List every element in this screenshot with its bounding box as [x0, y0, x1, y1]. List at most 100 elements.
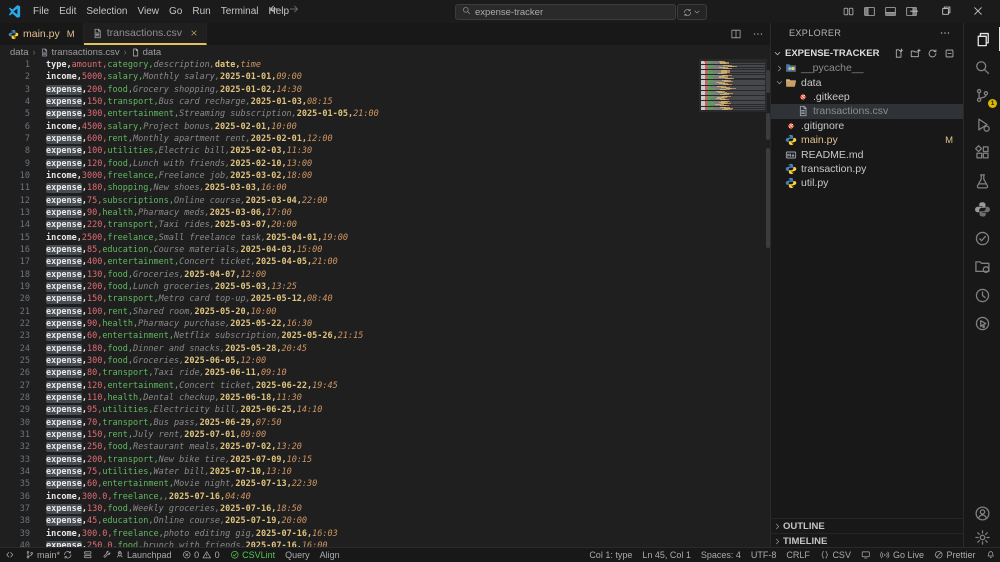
customize-layout-icon[interactable]: [842, 5, 855, 18]
code-line[interactable]: 39 income,300.0,freelance,photo editing g…: [0, 528, 770, 540]
tree-item-README-md[interactable]: README.md: [771, 147, 963, 161]
status-csvlint[interactable]: CSVLint: [225, 548, 281, 562]
status-cursor-column[interactable]: Col 1: type: [584, 548, 637, 562]
activity-source-control[interactable]: 1: [964, 82, 1000, 110]
tree-item-transactions-csv[interactable]: transactions.csv: [771, 104, 963, 119]
forward-arrow-icon[interactable]: [288, 2, 300, 20]
tree-item-data[interactable]: data: [771, 75, 963, 89]
status-cursor-position[interactable]: Ln 45, Col 1: [637, 548, 696, 562]
code-line[interactable]: 4 expense,150,transport,Bus card recharge…: [0, 96, 770, 108]
code-line[interactable]: 31 expense,150,rent,July rent,2025-07-01,…: [0, 429, 770, 441]
new-file-icon[interactable]: [893, 48, 904, 59]
code-line[interactable]: 16 expense,85,education,Course materials,…: [0, 244, 770, 256]
activity-explorer[interactable]: [964, 25, 1000, 53]
more-actions-icon[interactable]: [752, 28, 764, 40]
activity-live-preview[interactable]: [964, 310, 1000, 338]
tree-item-__pycache__[interactable]: __pycache__: [771, 61, 963, 75]
minimize-icon[interactable]: [908, 5, 920, 17]
code-line[interactable]: 8 expense,100,utilities,Electric bill,202…: [0, 145, 770, 157]
breadcrumb-item-transactions.csv[interactable]: transactions.csv: [40, 47, 120, 58]
tab-main-py[interactable]: main.py M: [0, 23, 84, 45]
status-problems[interactable]: 00: [177, 548, 225, 562]
tree-item--gitignore[interactable]: .gitignore: [771, 119, 963, 133]
activity-remote-explorer[interactable]: [964, 253, 1000, 281]
code-line[interactable]: 27 expense,120,entertainment,Concert tick…: [0, 380, 770, 392]
menu-item-view[interactable]: View: [133, 1, 165, 23]
activity-live-share[interactable]: [964, 281, 1000, 309]
code-line[interactable]: 37 expense,130,food,Weekly groceries,2025…: [0, 503, 770, 515]
code-line[interactable]: 40 expense,250.0,food,brunch with friends…: [0, 540, 770, 547]
code-line[interactable]: 12 expense,75,subscriptions,Online course…: [0, 195, 770, 207]
code-line[interactable]: 33 expense,200,transport,New bike tire,20…: [0, 454, 770, 466]
run-config-button[interactable]: [677, 4, 707, 20]
close-icon[interactable]: [972, 5, 984, 17]
status-query[interactable]: Query: [280, 548, 315, 562]
menu-item-run[interactable]: Run: [187, 1, 215, 23]
tree-item-transaction-py[interactable]: transaction.py: [771, 162, 963, 176]
code-line[interactable]: 7 expense,600,rent,Monthly apartment rent…: [0, 133, 770, 145]
code-line[interactable]: 19 expense,200,food,Lunch groceries,2025-…: [0, 281, 770, 293]
status-git-branch[interactable]: main*: [20, 548, 78, 562]
status-ports[interactable]: [856, 548, 876, 562]
status-align[interactable]: Align: [315, 548, 345, 562]
refresh-icon[interactable]: [927, 48, 938, 59]
menu-item-selection[interactable]: Selection: [81, 1, 132, 23]
code-line[interactable]: 1 type,amount,category,description,date,t…: [0, 59, 770, 71]
status-indentation[interactable]: Spaces: 4: [696, 548, 746, 562]
code-line[interactable]: 10 income,3000,freelance,Freelance job,20…: [0, 170, 770, 182]
command-center-search[interactable]: expense-tracker: [455, 4, 676, 20]
status-launchpad[interactable]: Launchpad: [97, 548, 177, 562]
code-line[interactable]: 3 expense,200,food,Grocery shopping,2025-…: [0, 84, 770, 96]
new-folder-icon[interactable]: [910, 48, 921, 59]
status-server-status[interactable]: [78, 548, 98, 562]
code-line[interactable]: 6 income,4500,salary,Project bonus,2025-0…: [0, 121, 770, 133]
editor-pane[interactable]: 1 type,amount,category,description,date,t…: [0, 59, 770, 547]
code-line[interactable]: 11 expense,180,shopping,New shoes,2025-03…: [0, 182, 770, 194]
activity-testing[interactable]: [964, 167, 1000, 195]
status-prettier[interactable]: Prettier: [929, 548, 981, 562]
code-line[interactable]: 14 expense,220,transport,Taxi rides,2025-…: [0, 219, 770, 231]
code-line[interactable]: 25 expense,300,food,Groceries,2025-06-05,…: [0, 355, 770, 367]
menu-item-go[interactable]: Go: [164, 1, 187, 23]
code-line[interactable]: 17 expense,400,entertainment,Concert tick…: [0, 256, 770, 268]
code-line[interactable]: 22 expense,90,health,Pharmacy purchase,20…: [0, 318, 770, 330]
code-line[interactable]: 23 expense,60,entertainment,Netflix subsc…: [0, 330, 770, 342]
restore-icon[interactable]: [940, 5, 952, 17]
code-line[interactable]: 13 expense,90,health,Pharmacy meds,2025-0…: [0, 207, 770, 219]
code-line[interactable]: 2 income,5000,salary,Monthly salary,2025-…: [0, 71, 770, 83]
code-line[interactable]: 28 expense,110,health,Dental checkup,2025…: [0, 392, 770, 404]
code-line[interactable]: 30 expense,70,transport,Bus pass,2025-06-…: [0, 417, 770, 429]
code-line[interactable]: 24 expense,180,food,Dinner and snacks,202…: [0, 343, 770, 355]
menu-item-file[interactable]: File: [28, 1, 54, 23]
breadcrumb-item-data[interactable]: data: [10, 47, 29, 58]
code-line[interactable]: 29 expense,95,utilities,Electricity bill,…: [0, 404, 770, 416]
status-notifications[interactable]: [981, 548, 1000, 562]
code-line[interactable]: 34 expense,75,utilities,Water bill,2025-0…: [0, 466, 770, 478]
code-line[interactable]: 26 expense,80,transport,Taxi ride,2025-06…: [0, 367, 770, 379]
status-language-mode[interactable]: CSV: [815, 548, 856, 562]
code-line[interactable]: 15 income,2500,freelance,Small freelance …: [0, 232, 770, 244]
status-remote-indicator[interactable]: [0, 548, 20, 562]
tree-item-util-py[interactable]: util.py: [771, 176, 963, 190]
activity-extensions[interactable]: [964, 139, 1000, 167]
tab-close-icon[interactable]: [190, 29, 198, 37]
more-actions-icon[interactable]: [939, 27, 951, 39]
split-editor-icon[interactable]: [730, 28, 742, 40]
workspace-section-header[interactable]: EXPENSE-TRACKER: [771, 45, 963, 61]
status-eol-sequence[interactable]: CRLF: [781, 548, 815, 562]
code-line[interactable]: 38 expense,45,education,Online course,202…: [0, 515, 770, 527]
code-line[interactable]: 21 expense,100,rent,Shared room,2025-05-2…: [0, 306, 770, 318]
menu-item-edit[interactable]: Edit: [54, 1, 81, 23]
activity-marketplace[interactable]: [964, 224, 1000, 252]
panel-bottom-icon[interactable]: [884, 5, 897, 18]
status-go-live[interactable]: Go Live: [875, 548, 929, 562]
code-line[interactable]: 36 income,300.0,freelance,,2025-07-16,04:…: [0, 491, 770, 503]
tree-item--gitkeep[interactable]: .gitkeep: [771, 90, 963, 104]
minimap[interactable]: [699, 59, 767, 112]
menu-item-terminal[interactable]: Terminal: [216, 1, 264, 23]
tab-transactions-csv[interactable]: transactions.csv: [83, 23, 207, 45]
outline-panel-header[interactable]: OUTLINE: [771, 518, 963, 534]
breadcrumb-item-data[interactable]: data: [131, 47, 161, 58]
code-line[interactable]: 20 expense,150,transport,Metro card top-u…: [0, 293, 770, 305]
collapse-all-icon[interactable]: [944, 48, 955, 59]
